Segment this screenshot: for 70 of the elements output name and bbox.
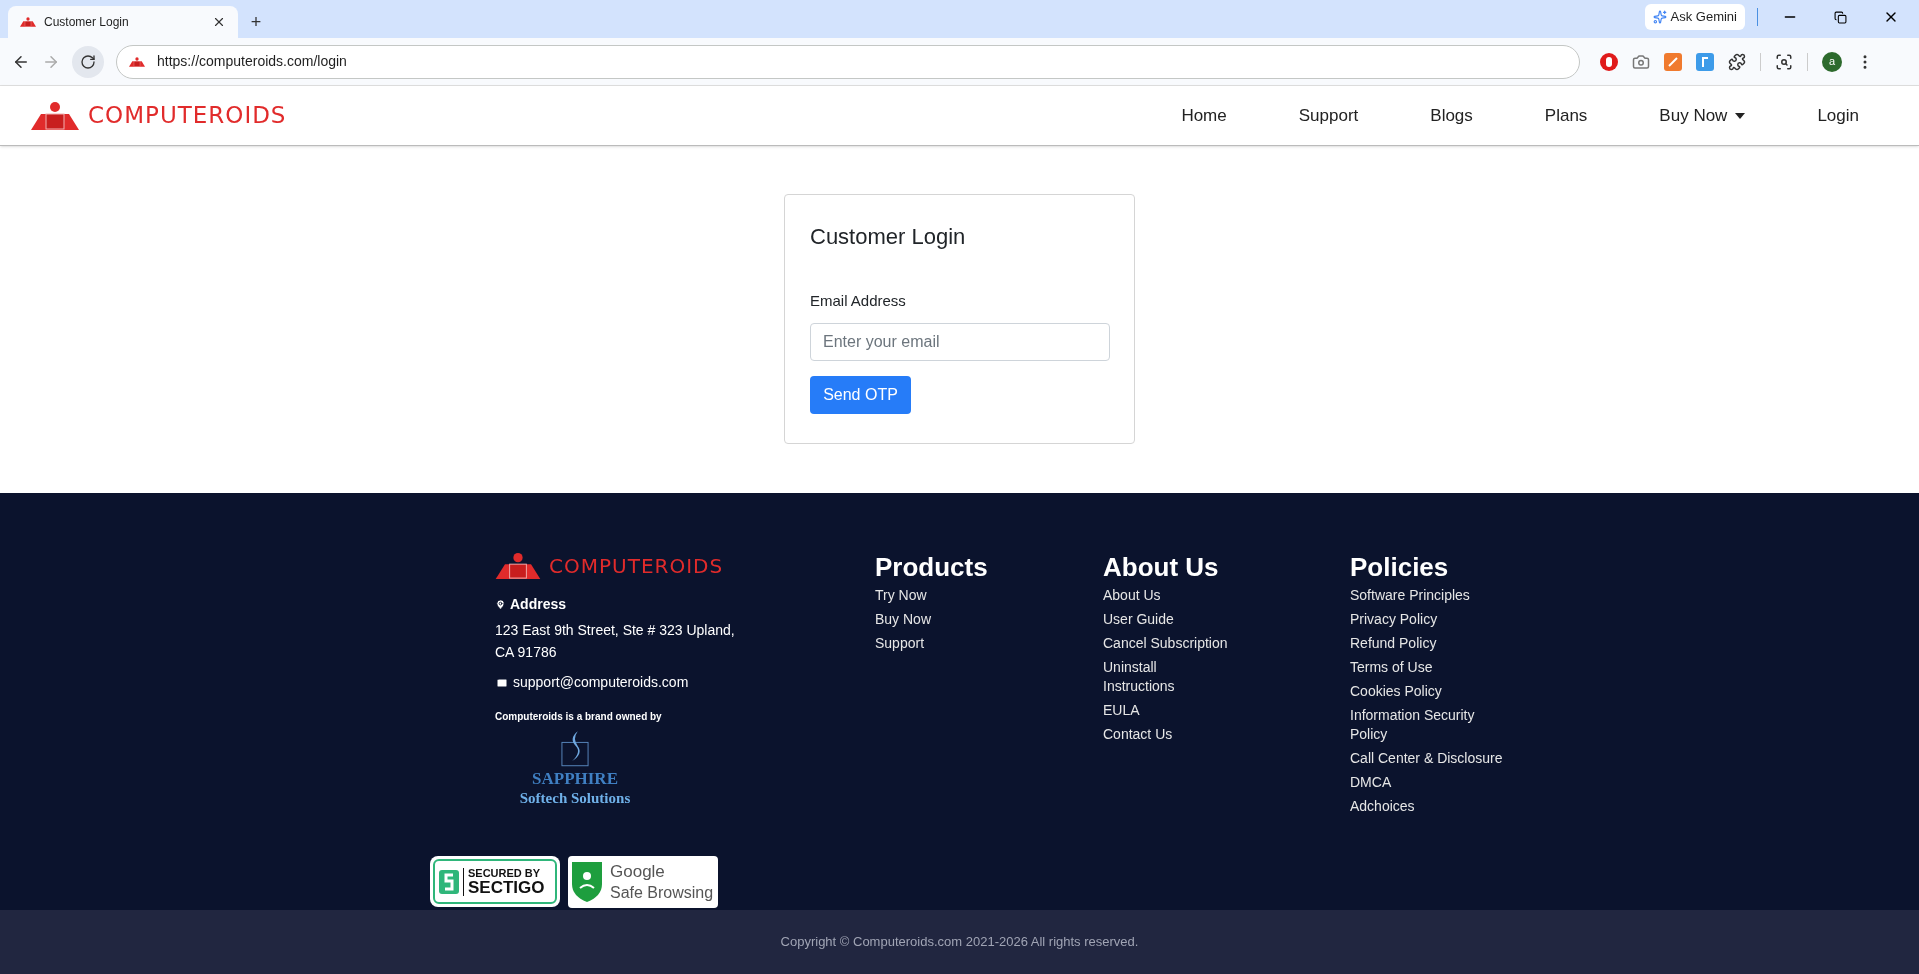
send-otp-button[interactable]: Send OTP bbox=[810, 375, 911, 414]
badge-text: Safe Browsing bbox=[610, 882, 714, 903]
nav-link[interactable]: Login bbox=[1817, 102, 1859, 129]
footer-link[interactable]: Support bbox=[875, 634, 1035, 653]
logo-icon bbox=[129, 56, 145, 67]
safe-browsing-badge[interactable]: Google Safe Browsing bbox=[568, 856, 718, 908]
sparkle-icon bbox=[1652, 10, 1667, 24]
logo-icon bbox=[20, 17, 36, 27]
nav-link[interactable]: Home bbox=[1181, 102, 1227, 129]
footer-link[interactable]: Contact Us bbox=[1103, 725, 1231, 744]
address-text: 123 East 9th Street, Ste # 323 Upland, CA 91786 bbox=[495, 621, 736, 662]
field-label: Email Address bbox=[810, 291, 907, 311]
close-icon[interactable] bbox=[212, 15, 226, 29]
nav-link[interactable]: Plans bbox=[1544, 102, 1588, 129]
footer-link[interactable]: Terms of Use bbox=[1350, 658, 1510, 677]
extensions-icon[interactable] bbox=[1728, 52, 1746, 71]
tab-search-icon[interactable] bbox=[1775, 52, 1793, 71]
brand-note: Computeroids is a brand owned by bbox=[495, 710, 663, 724]
column-heading: Policies bbox=[1350, 551, 1450, 583]
logo-text: COMPUTEROIDS bbox=[88, 101, 287, 131]
mail-icon bbox=[495, 676, 509, 689]
footer-link[interactable]: DMCA bbox=[1350, 773, 1510, 792]
footer-link[interactable]: Adchoices bbox=[1350, 797, 1510, 816]
sectigo-badge[interactable]: SECURED BY SECTIGO bbox=[430, 856, 560, 907]
footer-link[interactable]: EULA bbox=[1103, 701, 1231, 720]
tab-title: Customer Login bbox=[44, 14, 130, 31]
address-bar[interactable]: https://computeroids.com/login bbox=[116, 44, 1580, 79]
nav-link[interactable]: Blogs bbox=[1430, 102, 1473, 129]
nav-dropdown[interactable]: Buy Now bbox=[1659, 102, 1746, 129]
extension-icon[interactable] bbox=[1696, 52, 1714, 71]
logo-text: COMPUTEROIDS bbox=[549, 553, 724, 580]
restore-icon[interactable] bbox=[1834, 10, 1847, 24]
footer-link[interactable]: Try Now bbox=[875, 586, 1035, 605]
footer-link[interactable]: Call Center & Disclosure bbox=[1350, 749, 1510, 768]
badge-text: SECURED BY bbox=[468, 867, 542, 879]
map-pin-icon bbox=[495, 598, 506, 611]
camera-icon[interactable] bbox=[1632, 52, 1650, 71]
footer-link[interactable]: User Guide bbox=[1103, 610, 1231, 629]
footer-link[interactable]: Information Security Policy bbox=[1350, 706, 1510, 744]
card-title: Customer Login bbox=[810, 223, 967, 251]
address-heading: Address bbox=[510, 595, 567, 614]
copyright-text: Copyright © Computeroids.com 2021-2026 All rights reserved. bbox=[780, 933, 1139, 952]
caret-icon bbox=[1735, 112, 1746, 119]
footer-link[interactable]: Cancel Subscription bbox=[1103, 634, 1231, 653]
footer-link[interactable]: Software Principles bbox=[1350, 586, 1510, 605]
footer-link[interactable]: Refund Policy bbox=[1350, 634, 1510, 653]
brand-name: SAPPHIRE bbox=[532, 768, 618, 790]
ask-gemini-button[interactable]: Ask Gemini bbox=[1644, 4, 1745, 30]
badge-text: SECTIGO bbox=[468, 878, 545, 896]
extension-icon[interactable] bbox=[1664, 52, 1682, 71]
footer-link[interactable]: Uninstall Instructions bbox=[1103, 658, 1231, 696]
brand-subtitle: Softech Solutions bbox=[519, 789, 631, 808]
logo-icon bbox=[495, 553, 541, 579]
footer-link[interactable]: Buy Now bbox=[875, 610, 1035, 629]
url-text: https://computeroids.com/login bbox=[157, 52, 347, 71]
nav-link[interactable]: Support bbox=[1298, 102, 1359, 129]
column-heading: Products bbox=[875, 551, 989, 583]
footer-link[interactable]: Privacy Policy bbox=[1350, 610, 1510, 629]
footer-link[interactable]: About Us bbox=[1103, 586, 1231, 605]
logo-icon bbox=[30, 101, 80, 130]
reload-icon[interactable] bbox=[80, 53, 96, 70]
extension-icon[interactable] bbox=[1600, 52, 1618, 71]
email-link[interactable]: support@computeroids.com bbox=[513, 672, 689, 693]
profile-avatar[interactable]: a bbox=[1822, 51, 1842, 72]
new-tab-button[interactable]: + bbox=[242, 6, 270, 38]
badge-text: Google bbox=[610, 861, 666, 883]
column-heading: About Us bbox=[1103, 551, 1220, 583]
browser-tab[interactable]: Customer Login bbox=[8, 6, 238, 38]
email-field[interactable]: Enter your email bbox=[810, 322, 1110, 361]
footer-link[interactable]: Cookies Policy bbox=[1350, 682, 1510, 701]
